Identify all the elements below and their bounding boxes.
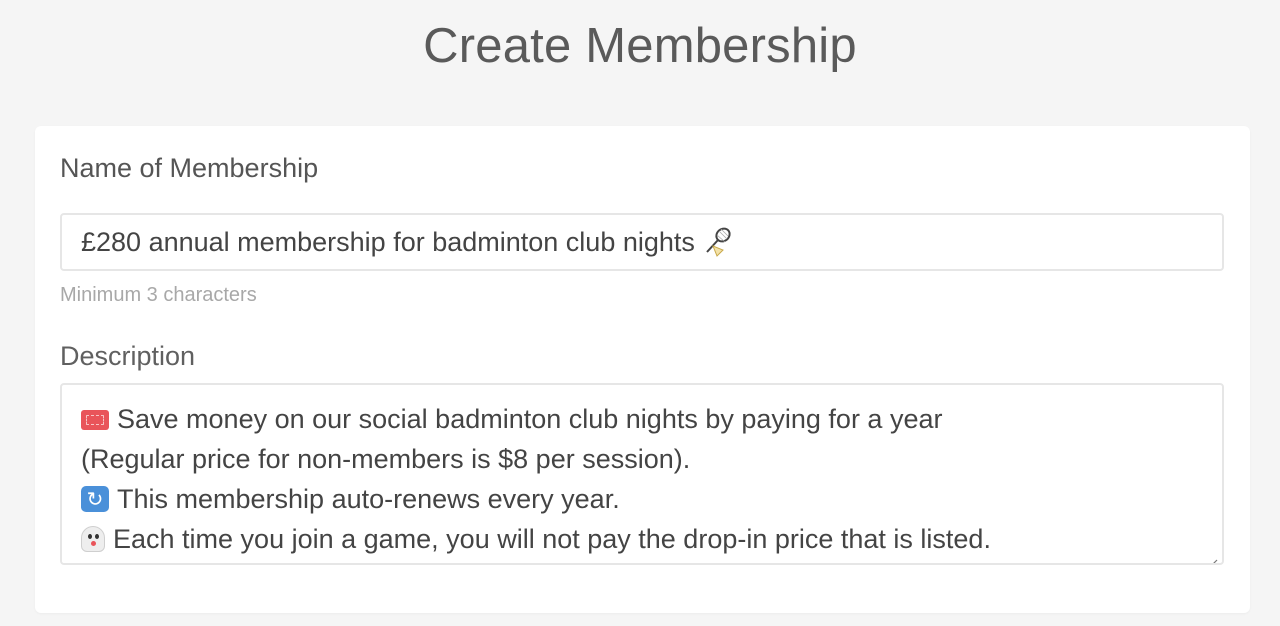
- membership-name-input[interactable]: £280 annual membership for badminton clu…: [60, 213, 1224, 271]
- resize-handle-icon[interactable]: [1206, 547, 1218, 563]
- description-line: (Regular price for non-members is $8 per…: [81, 439, 1222, 479]
- description-line-text: This membership auto-renews every year.: [117, 484, 620, 514]
- ghost-icon: [81, 526, 105, 552]
- membership-name-value: £280 annual membership for badminton clu…: [81, 226, 695, 257]
- membership-form-card: Name of Membership £280 annual membershi…: [35, 126, 1250, 613]
- description-line-text: Each time you join a game, you will not …: [113, 524, 991, 554]
- description-line-text: (Regular price for non-members is $8 per…: [81, 444, 691, 474]
- name-field-hint: Minimum 3 characters: [60, 284, 257, 306]
- description-line-text: Save money on our social badminton club …: [117, 404, 943, 434]
- description-line: Each time you join a game, you will not …: [81, 519, 1222, 559]
- description-textarea[interactable]: Save money on our social badminton club …: [60, 383, 1224, 565]
- repeat-icon: ↻: [81, 486, 109, 512]
- description-field-label: Description: [60, 341, 196, 371]
- ticket-icon: [81, 410, 109, 430]
- name-field-label: Name of Membership: [60, 153, 319, 183]
- page-title: Create Membership: [423, 19, 857, 73]
- description-line: Save money on our social badminton club …: [81, 399, 1222, 439]
- description-line: ↻ This membership auto-renews every year…: [81, 479, 1222, 519]
- badminton-racket-icon: [701, 226, 733, 258]
